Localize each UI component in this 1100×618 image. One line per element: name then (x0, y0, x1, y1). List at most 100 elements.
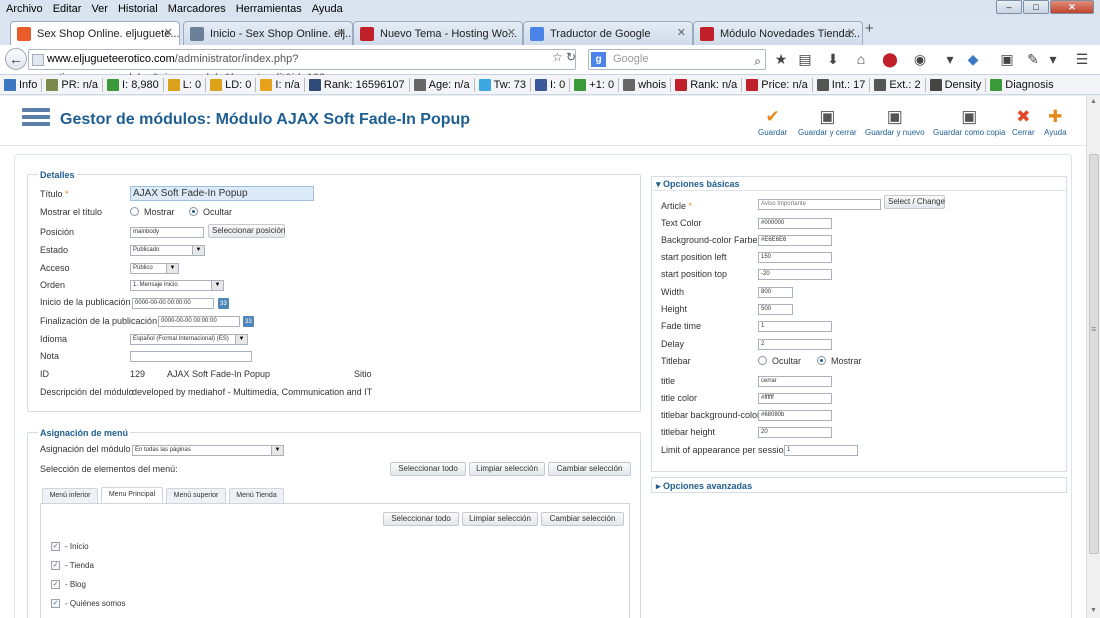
save-copy-button[interactable]: ▣ Guardar como copia (933, 108, 1005, 138)
browser-tab-4[interactable]: Módulo Novedades Tienda... ✕ (693, 21, 863, 45)
background-color-input[interactable]: #E6E6E6 (758, 235, 832, 246)
calendar-icon[interactable]: 33 (243, 316, 254, 327)
bookmark-star-icon[interactable]: ☆ (552, 50, 563, 64)
title-input[interactable]: AJAX Soft Fade-In Popup (130, 186, 314, 201)
tab-close-icon[interactable]: ✕ (337, 26, 346, 39)
menu-editar[interactable]: Editar (53, 3, 82, 15)
select-all-button[interactable]: Seleccionar todo (390, 462, 466, 476)
advanced-options-panel[interactable]: ▸ Opciones avanzadas (651, 477, 1067, 493)
text-color-input[interactable]: #000000 (758, 218, 832, 229)
select-change-button[interactable]: Select / Change (884, 195, 945, 209)
reload-icon[interactable]: ↻ (566, 50, 576, 64)
seo-item[interactable]: Density (929, 78, 981, 91)
delay-input[interactable]: 2 (758, 339, 832, 350)
show-title-radio-hide[interactable] (189, 207, 198, 216)
scroll-up-icon[interactable]: ▲ (1090, 98, 1097, 105)
seo-item[interactable]: Diagnosis (990, 78, 1054, 91)
menu-item-checkbox[interactable]: ✓ (51, 580, 60, 589)
seo-item[interactable]: whois (623, 78, 666, 91)
titlebar-height-input[interactable]: 20 (758, 427, 832, 438)
close-window-button[interactable]: ✕ (1050, 0, 1094, 14)
menu-marcadores[interactable]: Marcadores (168, 3, 226, 15)
sync-icon[interactable]: ◆ (965, 51, 981, 67)
url-bar[interactable]: www.eljugueteerotico.com/administrator/i… (28, 49, 576, 84)
seo-item[interactable]: I: 8,980 (107, 78, 159, 91)
chevron-down-icon[interactable]: ▾ (1045, 51, 1061, 67)
panel-clear-selection-button[interactable]: Limpiar selección (462, 512, 538, 526)
calendar-icon[interactable]: 33 (218, 298, 229, 309)
seo-item[interactable]: PR: n/a (46, 78, 98, 91)
panel-select-all-button[interactable]: Seleccionar todo (383, 512, 459, 526)
order-select[interactable]: 1. Mensaje inicio ▼ (130, 280, 224, 291)
seo-item[interactable]: Rank: n/a (675, 78, 737, 91)
seo-item[interactable]: Tw: 73 (478, 78, 526, 91)
titlebar-radio-show[interactable] (817, 356, 826, 365)
browser-tab-0[interactable]: Sex Shop Online. eljuguete... ✕ (10, 21, 180, 45)
search-icon[interactable]: ⌕ (754, 52, 761, 71)
extension-icon[interactable]: ▣ (999, 51, 1015, 67)
home-icon[interactable]: ⌂ (853, 51, 869, 67)
fade-time-input[interactable]: 1 (758, 321, 832, 332)
panel-toggle-selection-button[interactable]: Cambiar selección (541, 512, 624, 526)
seo-item[interactable]: +1: 0 (574, 78, 614, 91)
start-top-input[interactable]: -20 (758, 269, 832, 280)
tab-menu-principal[interactable]: Menu Principal (101, 487, 163, 503)
titlebar-bg-input[interactable]: #68080b (758, 410, 832, 421)
menu-ayuda[interactable]: Ayuda (312, 3, 343, 15)
page-scrollbar[interactable]: ▲ ≡ ▼ (1086, 96, 1100, 618)
title-field-input[interactable]: cerrar (758, 376, 832, 387)
browser-tab-3[interactable]: Traductor de Google ✕ (523, 21, 693, 45)
publish-down-input[interactable]: 0000-00-00 00:00:00 (158, 316, 240, 327)
search-box[interactable]: g Google ⌕ (588, 49, 766, 70)
note-input[interactable] (130, 351, 252, 362)
menu-ver[interactable]: Ver (91, 3, 108, 15)
tab-close-icon[interactable]: ✕ (847, 26, 856, 39)
titlebar-radio-hide[interactable] (758, 356, 767, 365)
bookmarks-list-icon[interactable]: ▤ (797, 51, 813, 67)
tools-icon[interactable]: ✎ (1025, 51, 1041, 67)
maximize-button[interactable]: □ (1023, 0, 1049, 14)
tab-menu-inferior[interactable]: Menú inferior (42, 488, 98, 503)
menu-icon[interactable]: ☰ (1074, 51, 1090, 67)
height-input[interactable]: 500 (758, 304, 793, 315)
seo-item[interactable]: Rank: 16596107 (308, 78, 405, 91)
menu-archivo[interactable]: Archivo (6, 3, 43, 15)
position-input[interactable]: mainbody (130, 227, 204, 238)
scrollbar-thumb[interactable] (1089, 154, 1099, 554)
back-button[interactable]: ← (5, 48, 27, 70)
help-button[interactable]: ✚ Ayuda (1044, 108, 1067, 138)
publish-up-input[interactable]: 0000-00-00 00:00:00 (132, 298, 214, 309)
tab-close-icon[interactable]: ✕ (677, 26, 686, 39)
save-new-button[interactable]: ▣ Guardar y nuevo (865, 108, 925, 138)
menu-item-checkbox[interactable]: ✓ (51, 542, 60, 551)
dropdown-icon[interactable]: ▾ (942, 51, 958, 67)
scroll-down-icon[interactable]: ▼ (1090, 607, 1097, 614)
browser-tab-2[interactable]: Nuevo Tema - Hosting Wo... ✕ (353, 21, 523, 45)
seo-item[interactable]: I: n/a (260, 78, 300, 91)
article-input[interactable]: Aviso Importante (758, 199, 881, 210)
state-select[interactable]: Publicado ▼ (130, 245, 205, 256)
seo-item[interactable]: L: 0 (167, 78, 201, 91)
seo-item[interactable]: I: 0 (535, 78, 565, 91)
tab-close-icon[interactable]: ✕ (164, 26, 173, 39)
module-assignment-select[interactable]: En todas las páginas ▼ (132, 445, 284, 456)
width-input[interactable]: 800 (758, 287, 793, 298)
tab-menu-tienda[interactable]: Menú Tienda (229, 488, 284, 503)
browser-tab-1[interactable]: Inicio - Sex Shop Online. elj... ✕ (183, 21, 353, 45)
tab-close-icon[interactable]: ✕ (507, 26, 516, 39)
show-title-radio-show[interactable] (130, 207, 139, 216)
seo-item[interactable]: Price: n/a (746, 78, 808, 91)
addon-icon[interactable]: ◉ (912, 51, 928, 67)
seo-item[interactable]: Age: n/a (413, 78, 470, 91)
start-left-input[interactable]: 150 (758, 252, 832, 263)
clear-selection-button[interactable]: Limpiar selección (469, 462, 545, 476)
menu-historial[interactable]: Historial (118, 3, 158, 15)
seo-item[interactable]: Ext.: 2 (874, 78, 921, 91)
close-button[interactable]: ✖ Cerrar (1012, 108, 1035, 138)
limit-input[interactable]: 1 (784, 445, 858, 456)
language-select[interactable]: Español (Formal Internacional) (ES) ▼ (130, 334, 248, 345)
select-position-button[interactable]: Seleccionar posición (208, 224, 285, 238)
basic-options-header[interactable]: ▾ Opciones básicas (652, 177, 1066, 191)
downloads-icon[interactable]: ⬇ (825, 51, 841, 67)
adblock-icon[interactable]: ⬤ (882, 51, 898, 67)
